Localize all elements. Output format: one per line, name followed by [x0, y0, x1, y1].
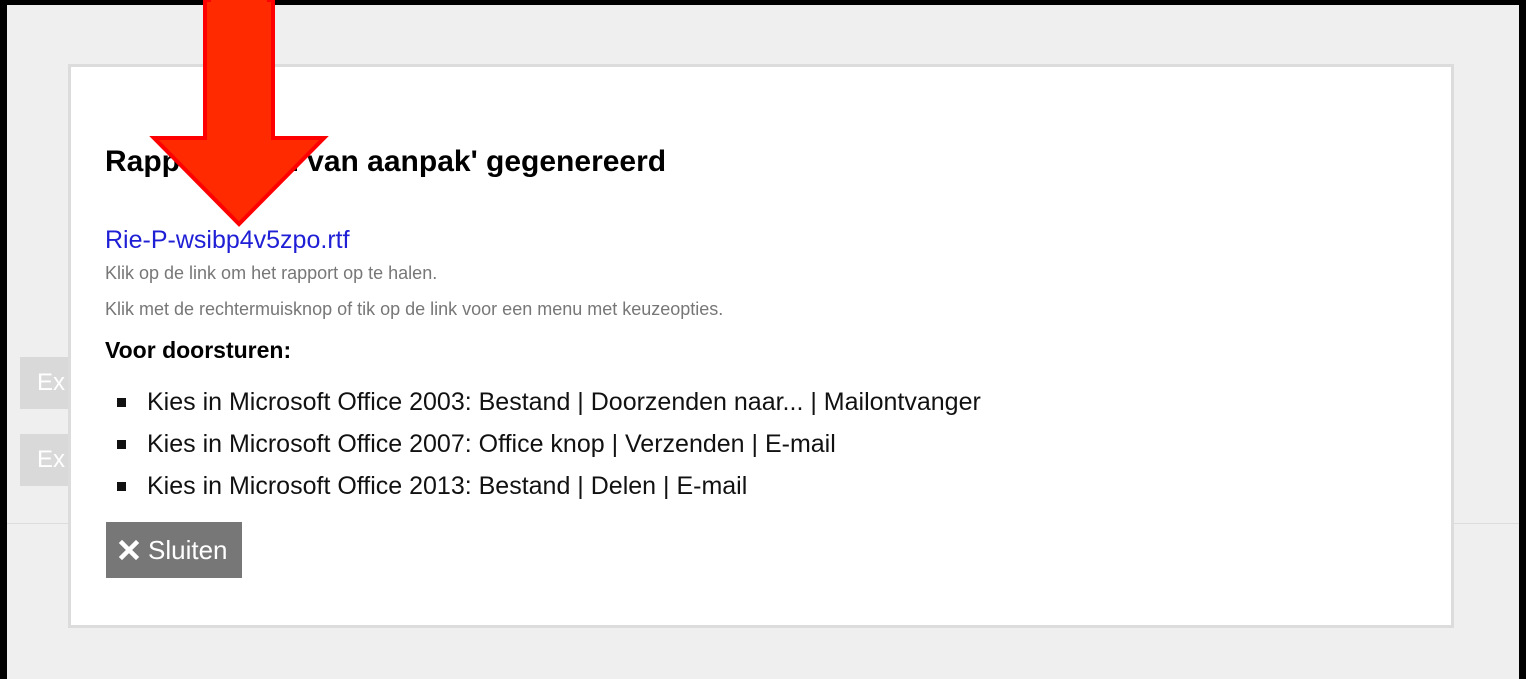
list-item-text: Kies in Microsoft Office 2013: Bestand |… [147, 472, 748, 500]
list-item: Kies in Microsoft Office 2003: Bestand |… [105, 381, 981, 423]
bullet-icon [117, 440, 126, 449]
list-item-text: Kies in Microsoft Office 2003: Bestand |… [147, 388, 981, 416]
list-item: Kies in Microsoft Office 2007: Office kn… [105, 423, 981, 465]
red-arrow-annotation [149, 0, 329, 227]
close-icon [118, 539, 140, 561]
bullet-icon [117, 482, 126, 491]
list-item-text: Kies in Microsoft Office 2007: Office kn… [147, 430, 836, 458]
report-download-link[interactable]: Rie-P-wsibp4v5zpo.rtf [105, 226, 350, 255]
context-menu-hint: Klik met de rechtermuisknop of tik op de… [105, 299, 724, 319]
forward-steps-list: Kies in Microsoft Office 2003: Bestand |… [105, 381, 981, 507]
forward-heading: Voor doorsturen: [105, 337, 292, 363]
list-item: Kies in Microsoft Office 2013: Bestand |… [105, 465, 981, 507]
download-hint: Klik op de link om het rapport op te hal… [105, 263, 438, 283]
close-button[interactable]: Sluiten [106, 522, 242, 578]
bullet-icon [117, 398, 126, 407]
close-button-label: Sluiten [148, 534, 228, 565]
